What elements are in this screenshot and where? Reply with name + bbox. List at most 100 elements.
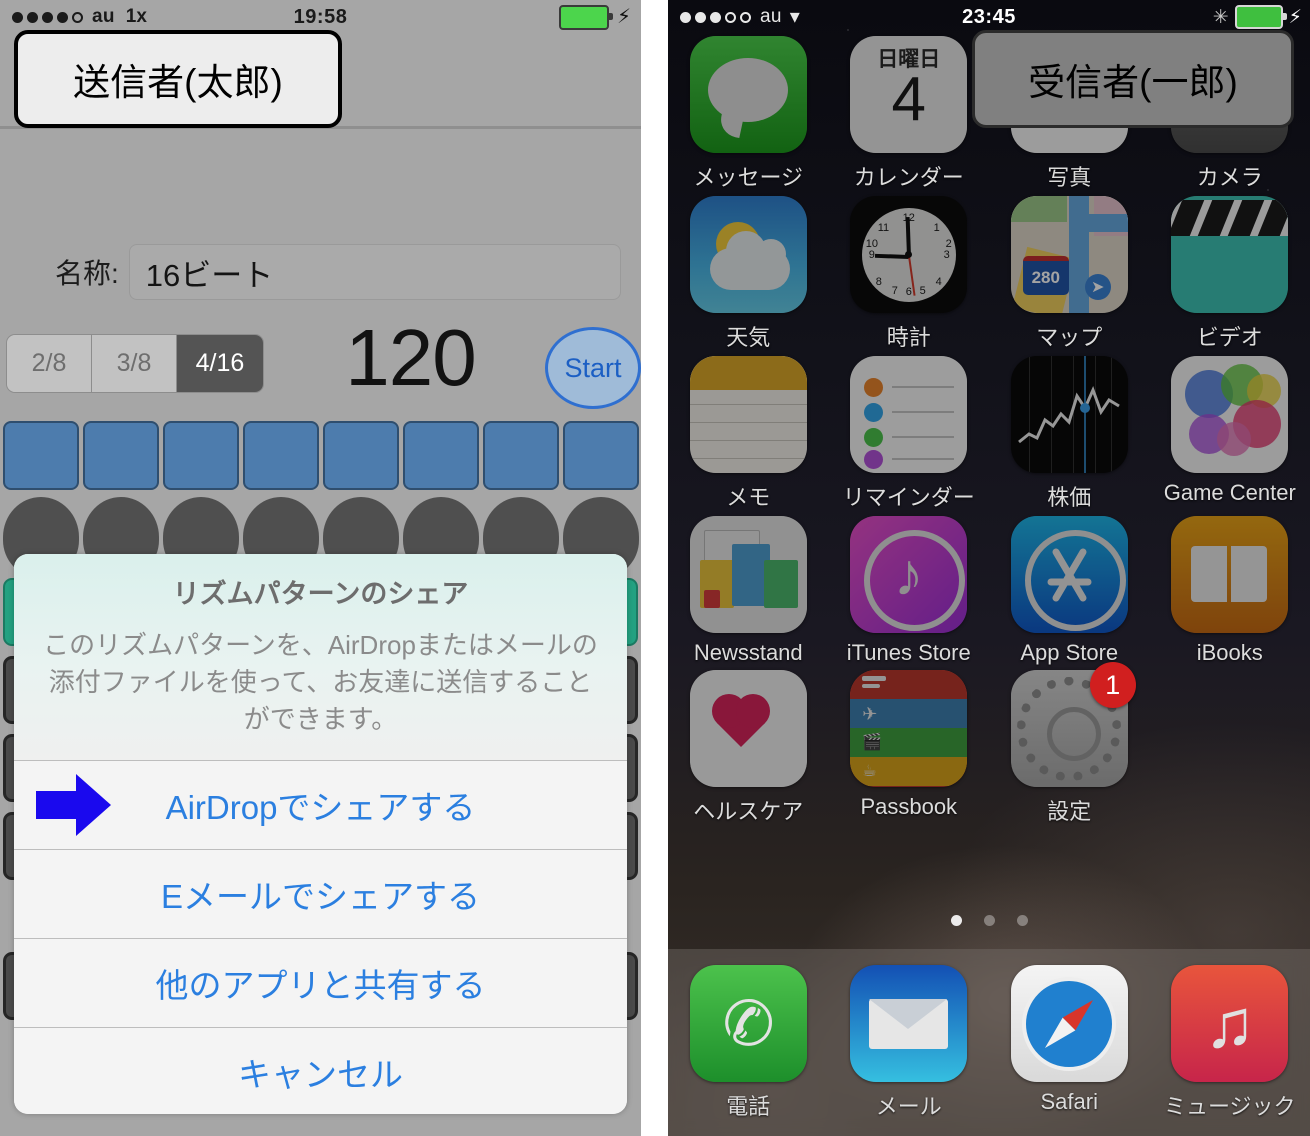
itunes-store-icon[interactable]: ♪ <box>850 516 968 633</box>
beat-pad[interactable] <box>163 421 239 490</box>
app-calendar[interactable]: 日曜日 4 カレンダー <box>833 36 985 192</box>
phone-icon[interactable]: ✆ <box>689 965 807 1082</box>
app-label: メッセージ <box>693 165 804 190</box>
calendar-date: 4 <box>891 65 926 134</box>
passbook-icon[interactable]: ✈ 🎬 ☕ <box>850 670 968 787</box>
cancel-button[interactable]: キャンセル <box>14 1026 627 1114</box>
navigation-arrow-icon: ➤ <box>1084 274 1111 300</box>
receiver-phone-screen: au ▾ 23:45 ✳ ⚡ メッセージ 日曜日 4 カレンダー 写真 カメラ … <box>668 0 1310 1136</box>
dock-app-music[interactable]: ♫ ミュージック <box>1154 965 1306 1121</box>
newsstand-icon[interactable] <box>689 516 807 633</box>
health-icon[interactable] <box>689 670 807 787</box>
ibooks-icon[interactable] <box>1171 516 1289 633</box>
beat-pad[interactable] <box>83 421 159 490</box>
share-airdrop-button[interactable]: AirDropでシェアする <box>14 759 627 849</box>
clock-label: 19:58 <box>293 5 348 28</box>
segment-2-8[interactable]: 2/8 <box>7 335 92 392</box>
status-bar-receiver: au ▾ 23:45 ✳ ⚡ <box>668 0 1310 34</box>
app-weather[interactable]: 天気 <box>672 196 824 352</box>
pattern-name-row: 名称: 16ビート <box>0 243 641 301</box>
app-reminders[interactable]: リマインダー <box>833 356 985 512</box>
beat-pad[interactable] <box>243 421 319 490</box>
music-icon[interactable]: ♫ <box>1171 965 1289 1082</box>
status-bar-right-group: ✳ ⚡ <box>1213 5 1302 29</box>
page-dot[interactable] <box>950 915 962 926</box>
clock-icon[interactable]: 12 3 6 9 1 2 4 5 7 8 10 11 <box>850 196 968 313</box>
share-other-apps-label: 他のアプリと共有する <box>155 966 486 1004</box>
beat-pad[interactable] <box>563 421 639 490</box>
app-messages[interactable]: メッセージ <box>672 36 824 192</box>
app-passbook[interactable]: ✈ 🎬 ☕ Passbook <box>833 670 985 826</box>
sender-callout: 送信者(太郎) <box>14 30 342 128</box>
safari-icon[interactable] <box>1010 965 1128 1082</box>
page-dot[interactable] <box>1016 915 1028 926</box>
videos-icon[interactable] <box>1171 196 1289 313</box>
game-center-icon[interactable] <box>1171 356 1289 473</box>
reminders-icon[interactable] <box>850 356 968 473</box>
app-label: リマインダー <box>842 485 975 510</box>
app-label: Safari <box>1040 1089 1098 1114</box>
stocks-icon[interactable] <box>1010 356 1128 473</box>
dock-app-mail[interactable]: メール <box>833 965 985 1121</box>
beat-pad[interactable] <box>3 421 79 490</box>
battery-icon <box>558 4 613 30</box>
app-ibooks[interactable]: iBooks <box>1154 516 1306 666</box>
beat-segmented-control[interactable]: 2/8 3/8 4/16 <box>6 334 264 393</box>
cancel-label: キャンセル <box>238 1055 403 1093</box>
app-label: ビデオ <box>1196 325 1263 350</box>
app-videos[interactable]: ビデオ <box>1154 196 1306 352</box>
messages-icon[interactable] <box>689 36 807 153</box>
receiver-callout: 受信者(一郎) <box>972 30 1294 128</box>
notes-icon[interactable] <box>689 356 807 473</box>
share-email-button[interactable]: Eメールでシェアする <box>14 848 627 938</box>
mail-icon[interactable] <box>850 965 968 1082</box>
app-label: 設定 <box>1047 799 1092 824</box>
beat-pad[interactable] <box>483 421 559 490</box>
action-sheet-message: このリズムパターンを、AirDropまたはメールの添付ファイルを使って、お友達に… <box>43 630 598 734</box>
status-bar-right-group: ⚡ <box>558 4 631 30</box>
status-badge: 1 <box>1089 662 1136 708</box>
beat-pad[interactable] <box>403 421 479 490</box>
beat-pad[interactable] <box>323 421 399 490</box>
app-label: メール <box>875 1094 942 1119</box>
segment-3-8[interactable]: 3/8 <box>92 335 177 392</box>
dock-app-phone[interactable]: ✆ 電話 <box>672 965 824 1121</box>
segment-4-16[interactable]: 4/16 <box>177 335 263 392</box>
app-label: 時計 <box>886 325 931 350</box>
app-health[interactable]: ヘルスケア <box>672 670 824 826</box>
dock-app-safari[interactable]: Safari <box>993 965 1145 1121</box>
calendar-icon[interactable]: 日曜日 4 <box>850 36 968 153</box>
app-itunes-store[interactable]: ♪ iTunes Store <box>833 516 985 666</box>
app-label: ヘルスケア <box>693 799 804 824</box>
status-bar-sender: au 1x 19:58 ⚡ <box>0 0 641 34</box>
pattern-name-input[interactable]: 16ビート <box>128 244 621 300</box>
app-label: App Store <box>1020 640 1119 665</box>
dock: ✆ 電話 メール Safari ♫ ミュージック <box>668 949 1310 1136</box>
app-label: Game Center <box>1163 480 1296 505</box>
pattern-name-label: 名称: <box>55 258 119 289</box>
app-settings[interactable]: 1 設定 <box>993 662 1145 826</box>
app-stocks[interactable]: 株価 <box>993 356 1145 512</box>
page-dot[interactable] <box>983 915 995 926</box>
app-row: メモ リマインダー 株価 Game Center <box>668 356 1310 512</box>
maps-icon[interactable]: 280 ➤ <box>1010 196 1128 313</box>
beat-pad-row[interactable] <box>3 421 641 490</box>
app-game-center[interactable]: Game Center <box>1154 356 1306 512</box>
weather-icon[interactable] <box>689 196 807 313</box>
app-maps[interactable]: 280 ➤ マップ <box>993 196 1145 352</box>
app-newsstand[interactable]: Newsstand <box>672 516 824 666</box>
share-airdrop-label: AirDropでシェアする <box>165 788 476 826</box>
app-row: ヘルスケア ✈ 🎬 ☕ Passbook 1 設定 <box>668 662 1310 826</box>
start-button[interactable]: Start <box>545 327 641 409</box>
action-sheet-header: リズムパターンのシェア このリズムパターンを、AirDropまたはメールの添付フ… <box>14 554 627 760</box>
app-notes[interactable]: メモ <box>672 356 824 512</box>
app-label: 写真 <box>1047 165 1092 190</box>
page-indicator[interactable] <box>668 915 1310 926</box>
share-other-apps-button[interactable]: 他のアプリと共有する <box>14 937 627 1027</box>
app-clock[interactable]: 12 3 6 9 1 2 4 5 7 8 10 11 <box>833 196 985 352</box>
app-label: 電話 <box>726 1094 771 1119</box>
app-app-store[interactable]: App Store <box>993 516 1145 666</box>
screenshot-stage: au 1x 19:58 ⚡ 名称: 16ビート 2/8 3/8 4/16 120… <box>0 0 1310 1136</box>
app-store-icon[interactable] <box>1010 516 1128 633</box>
app-label: 株価 <box>1047 485 1092 510</box>
